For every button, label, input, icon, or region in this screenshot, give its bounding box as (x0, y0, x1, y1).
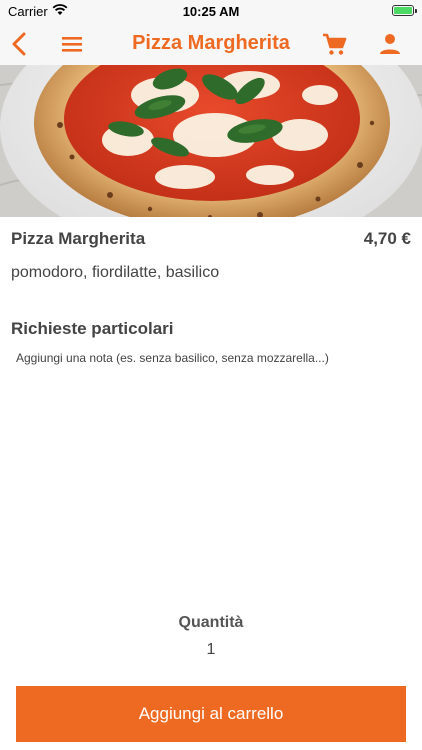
add-to-cart-button[interactable]: Aggiungi al carrello (16, 686, 406, 742)
notes-input[interactable] (11, 345, 411, 575)
nav-bar: Pizza Margherita (0, 22, 422, 65)
battery-charging-icon (392, 5, 417, 16)
pizza-margherita-photo (0, 65, 422, 217)
clock: 10:25 AM (182, 4, 240, 19)
cart-button[interactable] (318, 28, 350, 60)
profile-button[interactable] (374, 28, 406, 60)
cart-icon (323, 33, 347, 55)
product-price: 4,70 € (363, 229, 411, 248)
user-icon (380, 34, 400, 54)
product-name: Pizza Margherita (11, 229, 146, 248)
page-title: Pizza Margherita (132, 32, 290, 54)
quantity-value[interactable]: 1 (0, 641, 422, 659)
quantity-label: Quantità (178, 614, 244, 631)
notes-title: Richieste particolari (11, 319, 174, 338)
product-description: pomodoro, fiordilatte, basilico (11, 264, 220, 281)
status-bar: Carrier 10:25 AM (0, 0, 422, 22)
